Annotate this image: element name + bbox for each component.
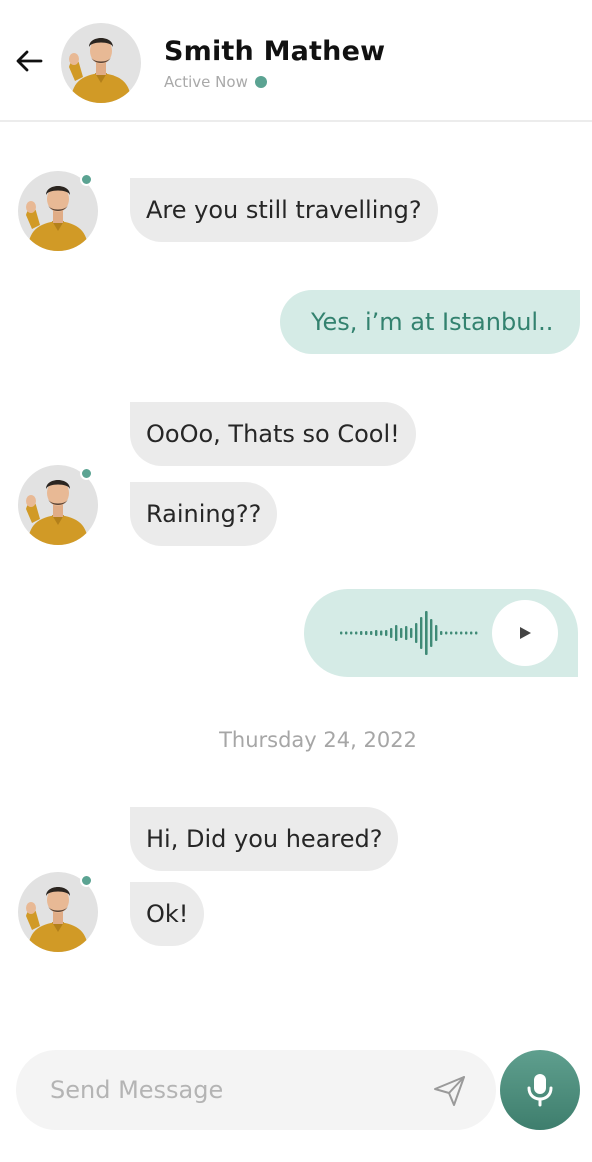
incoming-message[interactable]: Ok! [130, 882, 205, 946]
contact-status: Active Now [164, 73, 267, 91]
incoming-message[interactable]: Are you still travelling? [130, 178, 438, 242]
incoming-message[interactable]: OoOo, Thats so Cool! [130, 402, 416, 466]
chat-header: Smith Mathew Active Now [0, 0, 592, 122]
send-icon [434, 1076, 465, 1106]
sender-avatar[interactable] [18, 171, 98, 251]
microphone-button[interactable] [500, 1050, 580, 1130]
play-icon [520, 627, 531, 639]
status-text: Active Now [164, 73, 248, 91]
voice-message[interactable] [304, 589, 578, 677]
message-input[interactable] [50, 1050, 430, 1130]
microphone-icon [527, 1074, 553, 1107]
online-status-dot [254, 76, 267, 88]
back-button[interactable] [10, 42, 48, 80]
online-status-dot [80, 467, 93, 480]
sender-avatar[interactable] [18, 465, 98, 545]
contact-name: Smith Mathew [164, 36, 386, 67]
incoming-message[interactable]: Raining?? [130, 482, 278, 546]
audio-waveform [340, 611, 478, 655]
incoming-message[interactable]: Hi, Did you heared? [130, 807, 399, 871]
send-button[interactable] [432, 1074, 468, 1108]
online-status-dot [80, 173, 93, 186]
message-composer [16, 1050, 496, 1130]
arrow-left-icon [16, 50, 43, 72]
online-status-dot [80, 874, 93, 887]
sender-avatar[interactable] [18, 872, 98, 952]
play-button[interactable] [492, 600, 558, 666]
outgoing-message[interactable]: Yes, i’m at Istanbul.. [280, 290, 580, 354]
contact-avatar[interactable] [61, 23, 141, 103]
date-separator: Thursday 24, 2022 [219, 728, 417, 752]
